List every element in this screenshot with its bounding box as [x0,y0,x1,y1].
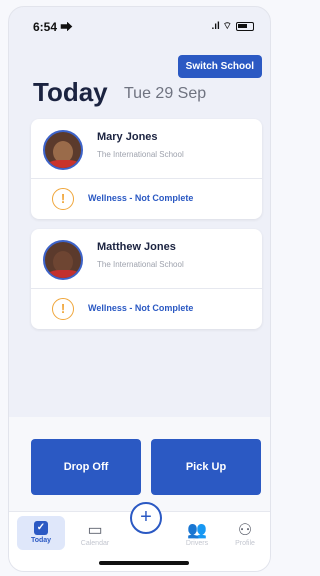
student-school: The International School [97,150,184,159]
calendar-icon: ▭ [87,522,103,539]
avatar [43,240,83,280]
wellness-link[interactable]: Wellness - Not Complete [88,193,193,203]
tab-today[interactable]: ✓ Today [17,516,65,550]
pick-up-button[interactable]: Pick Up [151,439,261,495]
status-time: 6:54 ⮕ [33,19,73,34]
student-card[interactable]: Mary Jones The International School ! We… [31,119,262,219]
action-area: Drop Off Pick Up [9,417,270,514]
tab-bar: ✓ Today ▭ Calendar + 👥 Drivers ⚇ Profile [9,502,270,571]
avatar [43,130,83,170]
warning-icon: ! [52,188,74,210]
wellness-row[interactable]: ! Wellness - Not Complete [31,289,262,329]
tab-calendar-label: Calendar [80,540,110,547]
tab-drivers[interactable]: 👥 Drivers [173,520,221,547]
warning-icon: ! [52,298,74,320]
student-school: The International School [97,260,184,269]
signal-icon: .ıl ⌔ [211,20,232,32]
student-name: Mary Jones [97,131,158,143]
app-screen: 6:54 ⮕ .ıl ⌔ Switch School Today Tue 29 … [8,6,271,572]
home-indicator [99,561,189,565]
page-date: Tue 29 Sep [124,85,207,102]
add-button[interactable]: + [130,502,162,534]
student-header[interactable]: Mary Jones The International School [31,119,262,179]
drivers-icon: 👥 [187,522,207,539]
drop-off-button[interactable]: Drop Off [31,439,141,495]
student-header[interactable]: Matthew Jones The International School [31,229,262,289]
tab-calendar[interactable]: ▭ Calendar [71,520,119,547]
tab-drivers-label: Drivers [185,540,209,547]
tab-profile[interactable]: ⚇ Profile [221,520,269,547]
page-title: Today [33,77,108,107]
today-check-icon: ✓ [34,521,48,535]
profile-icon: ⚇ [237,522,253,539]
wellness-link[interactable]: Wellness - Not Complete [88,303,193,313]
switch-school-button[interactable]: Switch School [177,55,262,78]
status-icons: .ıl ⌔ [211,20,254,33]
tab-today-label: Today [30,537,52,544]
battery-icon [236,21,254,31]
tab-profile-label: Profile [235,540,255,547]
status-bar: 6:54 ⮕ .ıl ⌔ [9,7,270,45]
student-name: Matthew Jones [97,241,176,253]
student-card[interactable]: Matthew Jones The International School !… [31,229,262,329]
wellness-row[interactable]: ! Wellness - Not Complete [31,179,262,219]
